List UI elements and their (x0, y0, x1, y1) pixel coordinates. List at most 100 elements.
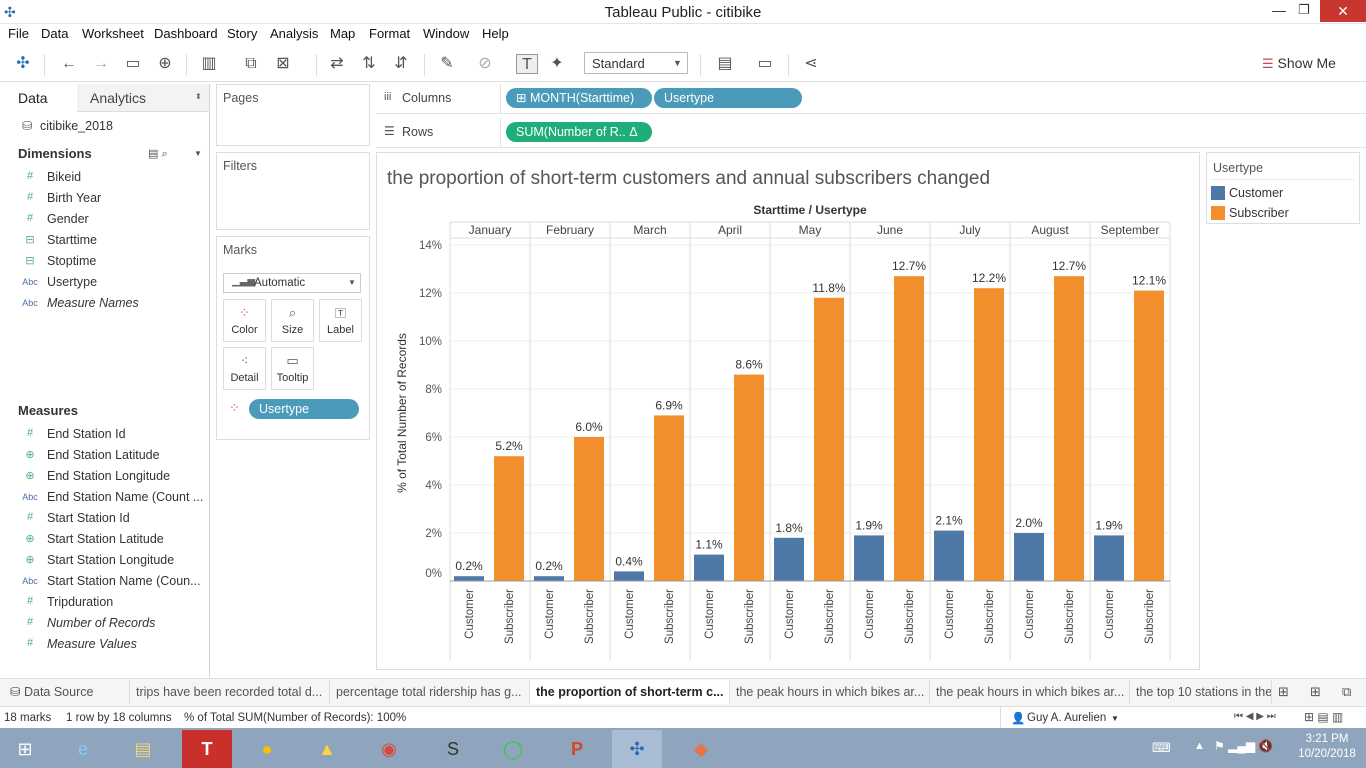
group-icon[interactable]: ⊘ (474, 54, 496, 74)
field-start-station-name-coun[interactable]: Abc Start Station Name (Coun... (0, 572, 209, 592)
color-legend[interactable]: Usertype Customer Subscriber (1206, 152, 1360, 224)
app-t-icon[interactable]: T (182, 730, 232, 768)
field-end-station-name-count[interactable]: Abc End Station Name (Count ... (0, 488, 209, 508)
show-labels-icon[interactable]: T (516, 54, 538, 74)
menu-help[interactable]: Help (482, 26, 509, 41)
sheet-tab[interactable]: the peak hours in which bikes ar... (730, 680, 930, 704)
save-icon[interactable]: ▭ (122, 54, 144, 74)
tab-data-source[interactable]: ⛁ Data Source (4, 680, 130, 704)
sheet-tab[interactable]: trips have been recorded total d... (130, 680, 330, 704)
tooltip-button[interactable]: ▭ Tooltip (271, 347, 314, 390)
tray-icons[interactable]: ⚑ ▂▄▆ 🔇 (1214, 739, 1273, 753)
sheet-tab[interactable]: percentage total ridership has g... (330, 680, 530, 704)
field-start-station-id[interactable]: # Start Station Id (0, 509, 209, 529)
menu-worksheet[interactable]: Worksheet (82, 26, 144, 41)
sheet-tab[interactable]: the peak hours in which bikes ar... (930, 680, 1130, 704)
start-windows-icon[interactable]: ⊞ (0, 730, 50, 768)
x-subcategory-label: Subscriber (744, 589, 756, 644)
sheet-nav-icons[interactable]: ⏮ ◀ ▶ ⏭ (1234, 711, 1276, 722)
highlight-icon[interactable]: ✎ (436, 54, 458, 74)
tray-expand-icon[interactable]: ▲ (1194, 740, 1205, 752)
tableau-taskbar-icon[interactable]: ✣ (612, 730, 662, 768)
tableau-home-icon[interactable]: ✣ (12, 54, 34, 74)
app-diamond-icon[interactable]: ◆ (676, 730, 726, 768)
new-datasource-icon[interactable]: ⊕ (154, 54, 176, 74)
field-gender[interactable]: # Gender (0, 210, 209, 230)
new-story-icon[interactable]: ⧉ (1342, 684, 1351, 700)
ie-browser-icon[interactable]: e (58, 730, 108, 768)
menu-data[interactable]: Data (41, 26, 68, 41)
label-button[interactable]: 🅃 Label (319, 299, 362, 342)
menu-file[interactable]: File (8, 26, 29, 41)
menu-analysis[interactable]: Analysis (270, 26, 318, 41)
menu-map[interactable]: Map (330, 26, 355, 41)
field-starttime[interactable]: ⊟ Starttime (0, 231, 209, 251)
color-button[interactable]: ⁘ Color (223, 299, 266, 342)
pin-icon[interactable]: ✦ (546, 54, 568, 74)
field-measure-names[interactable]: Abc Measure Names (0, 294, 209, 314)
sheet-tab-active[interactable]: the proportion of short-term c... (530, 680, 730, 704)
dimensions-menu-icon[interactable]: ▼ (194, 149, 202, 158)
field-end-station-id[interactable]: # End Station Id (0, 425, 209, 445)
app-s-icon[interactable]: S (428, 730, 478, 768)
field-start-station-latitude[interactable]: ⊕ Start Station Latitude (0, 530, 209, 550)
pages-card[interactable]: Pages (216, 84, 370, 146)
menu-window[interactable]: Window (423, 26, 469, 41)
sum-records-pill[interactable]: SUM(Number of R.. Δ (506, 122, 652, 142)
google-drive-icon[interactable]: ▲ (302, 730, 352, 768)
sheet-tab[interactable]: the top 10 stations in the (1130, 680, 1272, 704)
view-toggle-icon[interactable]: ▤ ⌕ (148, 147, 168, 161)
field-bikeid[interactable]: # Bikeid (0, 168, 209, 188)
powerpoint-icon[interactable]: P (552, 730, 602, 768)
field-number-of-records[interactable]: # Number of Records (0, 614, 209, 634)
usertype-color-pill[interactable]: Usertype (249, 399, 359, 419)
tab-analytics[interactable]: Analytics ⬍ (77, 84, 209, 112)
undo-icon[interactable]: ← (58, 54, 80, 74)
chrome-icon[interactable]: ◉ (364, 730, 414, 768)
menu-dashboard[interactable]: Dashboard (154, 26, 218, 41)
app-circle-icon[interactable]: ◯ (488, 730, 538, 768)
new-worksheet-icon[interactable]: ▥ (198, 54, 220, 74)
show-cards-icon[interactable]: ▤ (714, 54, 736, 74)
month-starttime-pill[interactable]: ⊞ MONTH(Starttime) (506, 88, 652, 108)
clear-sheet-icon[interactable]: ⊠ (272, 54, 294, 74)
field-measure-values[interactable]: # Measure Values (0, 635, 209, 655)
close-icon[interactable]: ✕ (1320, 0, 1366, 22)
sheet-sorter-icon[interactable]: ⊞ ▤ ▥ (1304, 710, 1343, 724)
filters-card[interactable]: Filters (216, 152, 370, 230)
minimize-icon[interactable]: — (1272, 2, 1286, 18)
share-icon[interactable]: ⋖ (800, 54, 822, 74)
detail-button[interactable]: ⁖ Detail (223, 347, 266, 390)
swap-icon[interactable]: ⇄ (326, 54, 348, 74)
new-dashboard-icon[interactable]: ⊞ (1310, 684, 1321, 700)
maps-pin-icon[interactable]: ● (242, 730, 292, 768)
datasource-item[interactable]: ⛁ citibike_2018 (22, 118, 113, 133)
redo-icon[interactable]: → (90, 54, 112, 74)
field-birth-year[interactable]: # Birth Year (0, 189, 209, 209)
new-sheet-icon[interactable]: ⊞ (1278, 684, 1289, 700)
restore-icon[interactable]: ❐ (1298, 2, 1310, 18)
presentation-icon[interactable]: ▭ (754, 54, 776, 74)
field-end-station-longitude[interactable]: ⊕ End Station Longitude (0, 467, 209, 487)
show-me-button[interactable]: ☰ Show Me (1262, 55, 1336, 75)
field-start-station-longitude[interactable]: ⊕ Start Station Longitude (0, 551, 209, 571)
file-explorer-icon[interactable]: ▤ (118, 730, 168, 768)
usertype-column-pill[interactable]: Usertype (654, 88, 802, 108)
user-menu[interactable]: 👤 Guy A. Aurelien ▼ (1000, 707, 1126, 729)
sort-descending-icon[interactable]: ⇵ (390, 54, 412, 74)
tab-data[interactable]: Data (0, 84, 77, 112)
field-usertype[interactable]: Abc Usertype (0, 273, 209, 293)
mark-type-select[interactable]: ▁▃▅ Automatic ▼ (223, 273, 361, 293)
field-tripduration[interactable]: # Tripduration (0, 593, 209, 613)
fit-select[interactable]: Standard ▼ (584, 52, 688, 74)
field-stoptime[interactable]: ⊟ Stoptime (0, 252, 209, 272)
keyboard-icon[interactable]: ⌨ (1152, 740, 1171, 756)
menu-story[interactable]: Story (227, 26, 257, 41)
clock[interactable]: 3:21 PM 10/20/2018 (1292, 733, 1362, 760)
size-button[interactable]: ⌕ Size (271, 299, 314, 342)
bar-data-label: 2.0% (1015, 516, 1043, 530)
sort-ascending-icon[interactable]: ⇅ (358, 54, 380, 74)
field-end-station-latitude[interactable]: ⊕ End Station Latitude (0, 446, 209, 466)
menu-format[interactable]: Format (369, 26, 410, 41)
duplicate-sheet-icon[interactable]: ⧉ (240, 54, 262, 74)
